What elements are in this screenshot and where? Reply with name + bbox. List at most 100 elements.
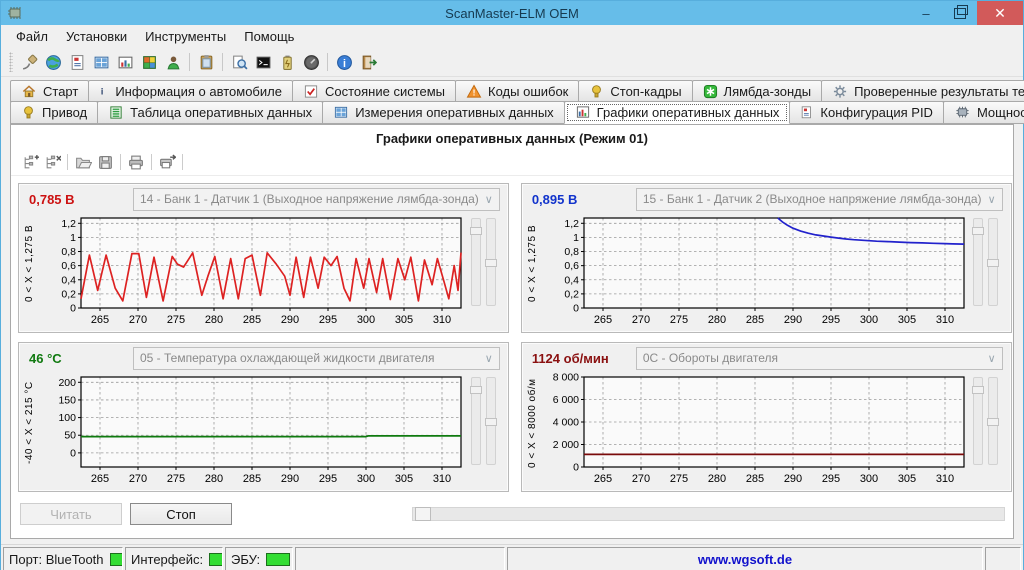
info-icon[interactable]: i bbox=[332, 50, 356, 74]
ecu-status: ЭБУ: bbox=[225, 547, 293, 570]
time-scrollbar-thumb[interactable] bbox=[415, 507, 431, 521]
svg-text:0,4: 0,4 bbox=[564, 274, 579, 286]
chart-header: 1124 об/мин0C - Обороты двигателя∨ bbox=[522, 343, 1011, 373]
menu-settings[interactable]: Установки bbox=[57, 27, 136, 46]
close-button[interactable]: ✕ bbox=[977, 1, 1023, 25]
chevron-down-icon: ∨ bbox=[485, 193, 493, 206]
remove-graph-icon[interactable] bbox=[41, 151, 63, 173]
y-zoom-slider-2[interactable] bbox=[486, 218, 496, 306]
pid-select[interactable]: 05 - Температура охлаждающей жидкости дв… bbox=[133, 347, 500, 370]
svg-text:0: 0 bbox=[573, 303, 579, 315]
svg-text:280: 280 bbox=[205, 314, 223, 326]
tab-label: Конфигурация PID bbox=[820, 105, 933, 120]
pid-select[interactable]: 0C - Обороты двигателя∨ bbox=[636, 347, 1003, 370]
slider-thumb[interactable] bbox=[485, 259, 497, 267]
tab-system-status[interactable]: Состояние системы bbox=[292, 80, 456, 102]
slider-thumb[interactable] bbox=[972, 227, 984, 235]
tab-live-graphs[interactable]: Графики оперативных данных bbox=[564, 101, 791, 124]
website-link[interactable]: www.wgsoft.de bbox=[507, 547, 983, 570]
window-colors-icon[interactable] bbox=[137, 50, 161, 74]
home-icon bbox=[21, 84, 37, 99]
chart-current-value: 0,785 В bbox=[29, 192, 133, 207]
minimize-button[interactable]: – bbox=[909, 1, 943, 25]
battery-icon[interactable] bbox=[275, 50, 299, 74]
svg-text:290: 290 bbox=[281, 473, 299, 485]
svg-text:290: 290 bbox=[784, 473, 802, 485]
chart-current-value: 0,895 В bbox=[532, 192, 636, 207]
chevron-down-icon: ∨ bbox=[988, 193, 996, 206]
export-icon[interactable] bbox=[156, 151, 178, 173]
chart-plot: 2652702752802852902953003053100501001502… bbox=[37, 373, 469, 491]
toolbar-grip bbox=[9, 52, 13, 72]
read-button[interactable]: Читать bbox=[20, 503, 122, 525]
tab-lambda[interactable]: Лямбда-зонды bbox=[692, 80, 823, 102]
pid-select-value: 15 - Банк 1 - Датчик 2 (Выходное напряже… bbox=[643, 192, 982, 206]
svg-text:1,2: 1,2 bbox=[564, 218, 579, 230]
tab-vehicle-info[interactable]: iИнформация о автомобиле bbox=[88, 80, 293, 102]
pid-select[interactable]: 14 - Банк 1 - Датчик 1 (Выходное напряже… bbox=[133, 188, 500, 211]
slider-thumb[interactable] bbox=[470, 386, 482, 394]
add-graph-icon[interactable] bbox=[19, 151, 41, 173]
tab-dtc[interactable]: !Коды ошибок bbox=[455, 80, 579, 102]
svg-text:0,8: 0,8 bbox=[564, 246, 579, 258]
svg-text:265: 265 bbox=[91, 314, 109, 326]
stop-button[interactable]: Стоп bbox=[130, 503, 232, 525]
slider-thumb[interactable] bbox=[987, 418, 999, 426]
open-icon[interactable] bbox=[72, 151, 94, 173]
svg-text:265: 265 bbox=[594, 473, 612, 485]
print-icon[interactable] bbox=[125, 151, 147, 173]
exit-icon[interactable] bbox=[356, 50, 380, 74]
y-zoom-slider-1[interactable] bbox=[973, 218, 983, 306]
y-zoom-slider-1[interactable] bbox=[471, 218, 481, 306]
y-zoom-slider-1[interactable] bbox=[471, 377, 481, 465]
user-icon[interactable] bbox=[161, 50, 185, 74]
terminal-icon[interactable] bbox=[251, 50, 275, 74]
tab-freeze-frames[interactable]: Стоп-кадры bbox=[578, 80, 692, 102]
y-zoom-sliders bbox=[972, 373, 1000, 465]
tab-live-table[interactable]: Таблица оперативных данных bbox=[97, 101, 323, 124]
time-scrollbar[interactable] bbox=[412, 507, 1005, 521]
y-zoom-slider-1[interactable] bbox=[973, 377, 983, 465]
search-doc-icon[interactable] bbox=[227, 50, 251, 74]
svg-text:300: 300 bbox=[860, 314, 878, 326]
svg-text:0,4: 0,4 bbox=[61, 274, 76, 286]
status-led bbox=[110, 553, 123, 566]
tab-label: Измерения оперативных данных bbox=[355, 105, 553, 120]
slider-thumb[interactable] bbox=[485, 418, 497, 426]
y-zoom-slider-2[interactable] bbox=[988, 218, 998, 306]
svg-text:0: 0 bbox=[70, 303, 76, 315]
menu-help[interactable]: Помощь bbox=[235, 27, 303, 46]
menu-tools[interactable]: Инструменты bbox=[136, 27, 235, 46]
connect-icon[interactable] bbox=[17, 50, 41, 74]
svg-text:280: 280 bbox=[708, 314, 726, 326]
y-axis-label: 0 < X < 1,275 В bbox=[22, 214, 37, 314]
chart-body: -40 < X < 215 °C265270275280285290295300… bbox=[19, 373, 508, 491]
tab-pid-config[interactable]: Конфигурация PID bbox=[789, 101, 944, 124]
y-zoom-slider-2[interactable] bbox=[486, 377, 496, 465]
svg-text:150: 150 bbox=[58, 394, 76, 406]
globe-icon[interactable] bbox=[41, 50, 65, 74]
tab-start[interactable]: Старт bbox=[10, 80, 89, 102]
slider-thumb[interactable] bbox=[470, 227, 482, 235]
tabs-area: СтартiИнформация о автомобилеСостояние с… bbox=[1, 77, 1023, 124]
slider-thumb[interactable] bbox=[972, 386, 984, 394]
slider-thumb[interactable] bbox=[987, 259, 999, 267]
tab-live-meters[interactable]: Измерения оперативных данных bbox=[322, 101, 564, 124]
clipboard-icon[interactable] bbox=[194, 50, 218, 74]
data-grid-icon[interactable] bbox=[89, 50, 113, 74]
bar-chart-icon[interactable] bbox=[113, 50, 137, 74]
svg-text:295: 295 bbox=[822, 473, 840, 485]
pid-select[interactable]: 15 - Банк 1 - Датчик 2 (Выходное напряже… bbox=[636, 188, 1003, 211]
menu-file[interactable]: Файл bbox=[7, 27, 57, 46]
y-zoom-slider-2[interactable] bbox=[988, 377, 998, 465]
restore-button[interactable] bbox=[943, 1, 977, 25]
tab-power[interactable]: Мощность bbox=[943, 101, 1024, 124]
tab-actuator[interactable]: Привод bbox=[10, 101, 98, 124]
tab-test-results[interactable]: Проверенные результаты теста bbox=[821, 80, 1024, 102]
svg-text:275: 275 bbox=[167, 314, 185, 326]
main-toolbar: i bbox=[1, 48, 1023, 77]
gauge-icon[interactable] bbox=[299, 50, 323, 74]
chart-current-value: 1124 об/мин bbox=[532, 351, 636, 366]
protocol-doc-icon[interactable] bbox=[65, 50, 89, 74]
save-icon[interactable] bbox=[94, 151, 116, 173]
